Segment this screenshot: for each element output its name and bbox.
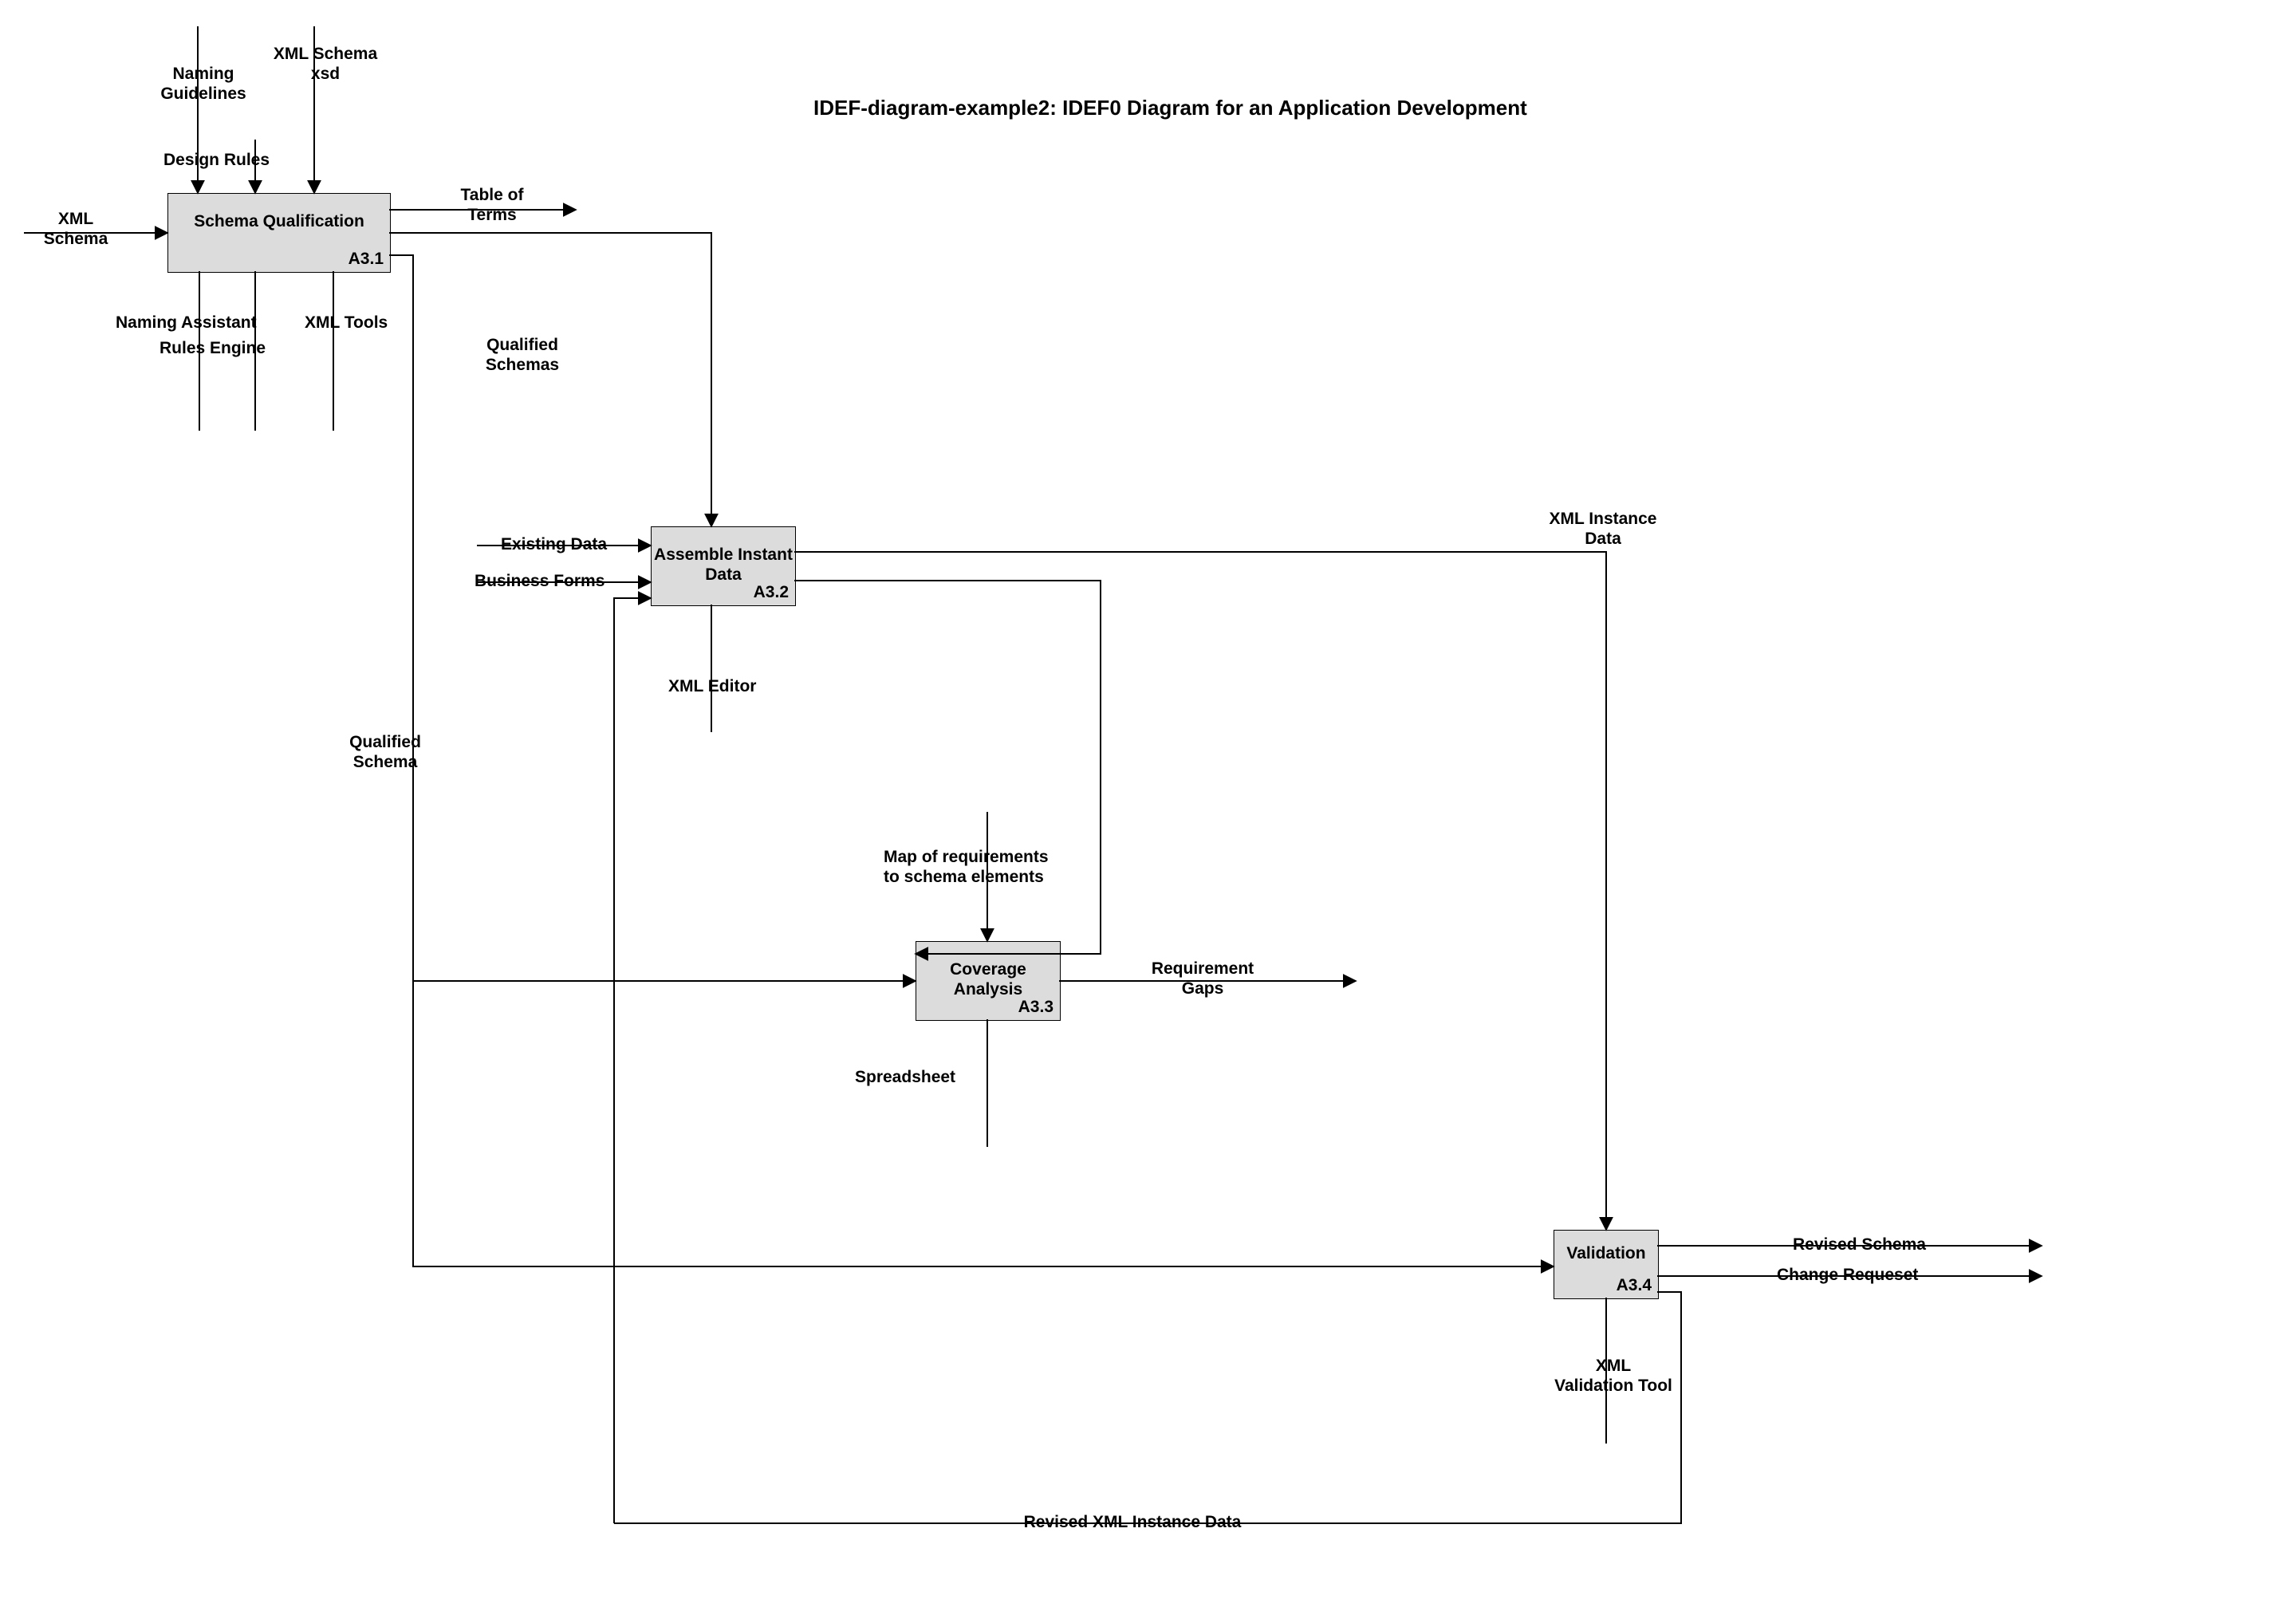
label-business-forms: Business Forms [475, 571, 650, 591]
label-design-rules: Design Rules [163, 150, 323, 170]
label-spreadsheet: Spreadsheet [855, 1067, 1014, 1087]
label-requirement-gaps: RequirementGaps [1115, 959, 1290, 999]
box-label: Assemble Instant Data [652, 545, 795, 585]
label-table-of-terms: Table ofTerms [432, 185, 552, 225]
box-coverage-analysis: Coverage Analysis A3.3 [916, 941, 1061, 1021]
label-xml-schema-xsd: XML Schemaxsd [246, 44, 405, 84]
label-xml-schema: XMLSchema [24, 209, 128, 249]
box-label: Coverage Analysis [916, 959, 1060, 999]
label-existing-data: Existing Data [501, 534, 644, 554]
box-id: A3.3 [1018, 998, 1053, 1017]
label-xml-tools: XML Tools [305, 313, 416, 333]
label-qualified-schemas: QualifiedSchemas [455, 335, 590, 375]
label-revised-schema: Revised Schema [1793, 1235, 2000, 1255]
box-validation: Validation A3.4 [1554, 1230, 1659, 1299]
label-naming-assistant: Naming Assistant [116, 313, 299, 333]
box-id: A3.2 [754, 583, 789, 602]
label-map-requirements: Map of requirementsto schema elements [884, 847, 1123, 887]
box-assemble-instant-data: Assemble Instant Data A3.2 [651, 526, 796, 606]
label-xml-editor: XML Editor [668, 676, 796, 696]
label-revised-xml-instance-data: Revised XML Instance Data [973, 1512, 1292, 1532]
diagram-canvas: IDEF-diagram-example2: IDEF0 Diagram for… [0, 0, 2296, 1615]
diagram-title: IDEF-diagram-example2: IDEF0 Diagram for… [813, 96, 1527, 120]
box-label: Validation [1560, 1243, 1653, 1263]
label-rules-engine: Rules Engine [159, 338, 319, 358]
box-id: A3.1 [349, 250, 384, 269]
box-label: Schema Qualification [168, 211, 390, 231]
box-id: A3.4 [1617, 1276, 1652, 1295]
label-qualified-schema: QualifiedSchema [317, 732, 453, 772]
box-schema-qualification: Schema Qualification A3.1 [167, 193, 391, 273]
label-xml-instance-data: XML InstanceData [1507, 509, 1699, 549]
label-xml-validation-tool: XMLValidation Tool [1522, 1356, 1705, 1396]
label-change-request: Change Requeset [1777, 1265, 2000, 1285]
